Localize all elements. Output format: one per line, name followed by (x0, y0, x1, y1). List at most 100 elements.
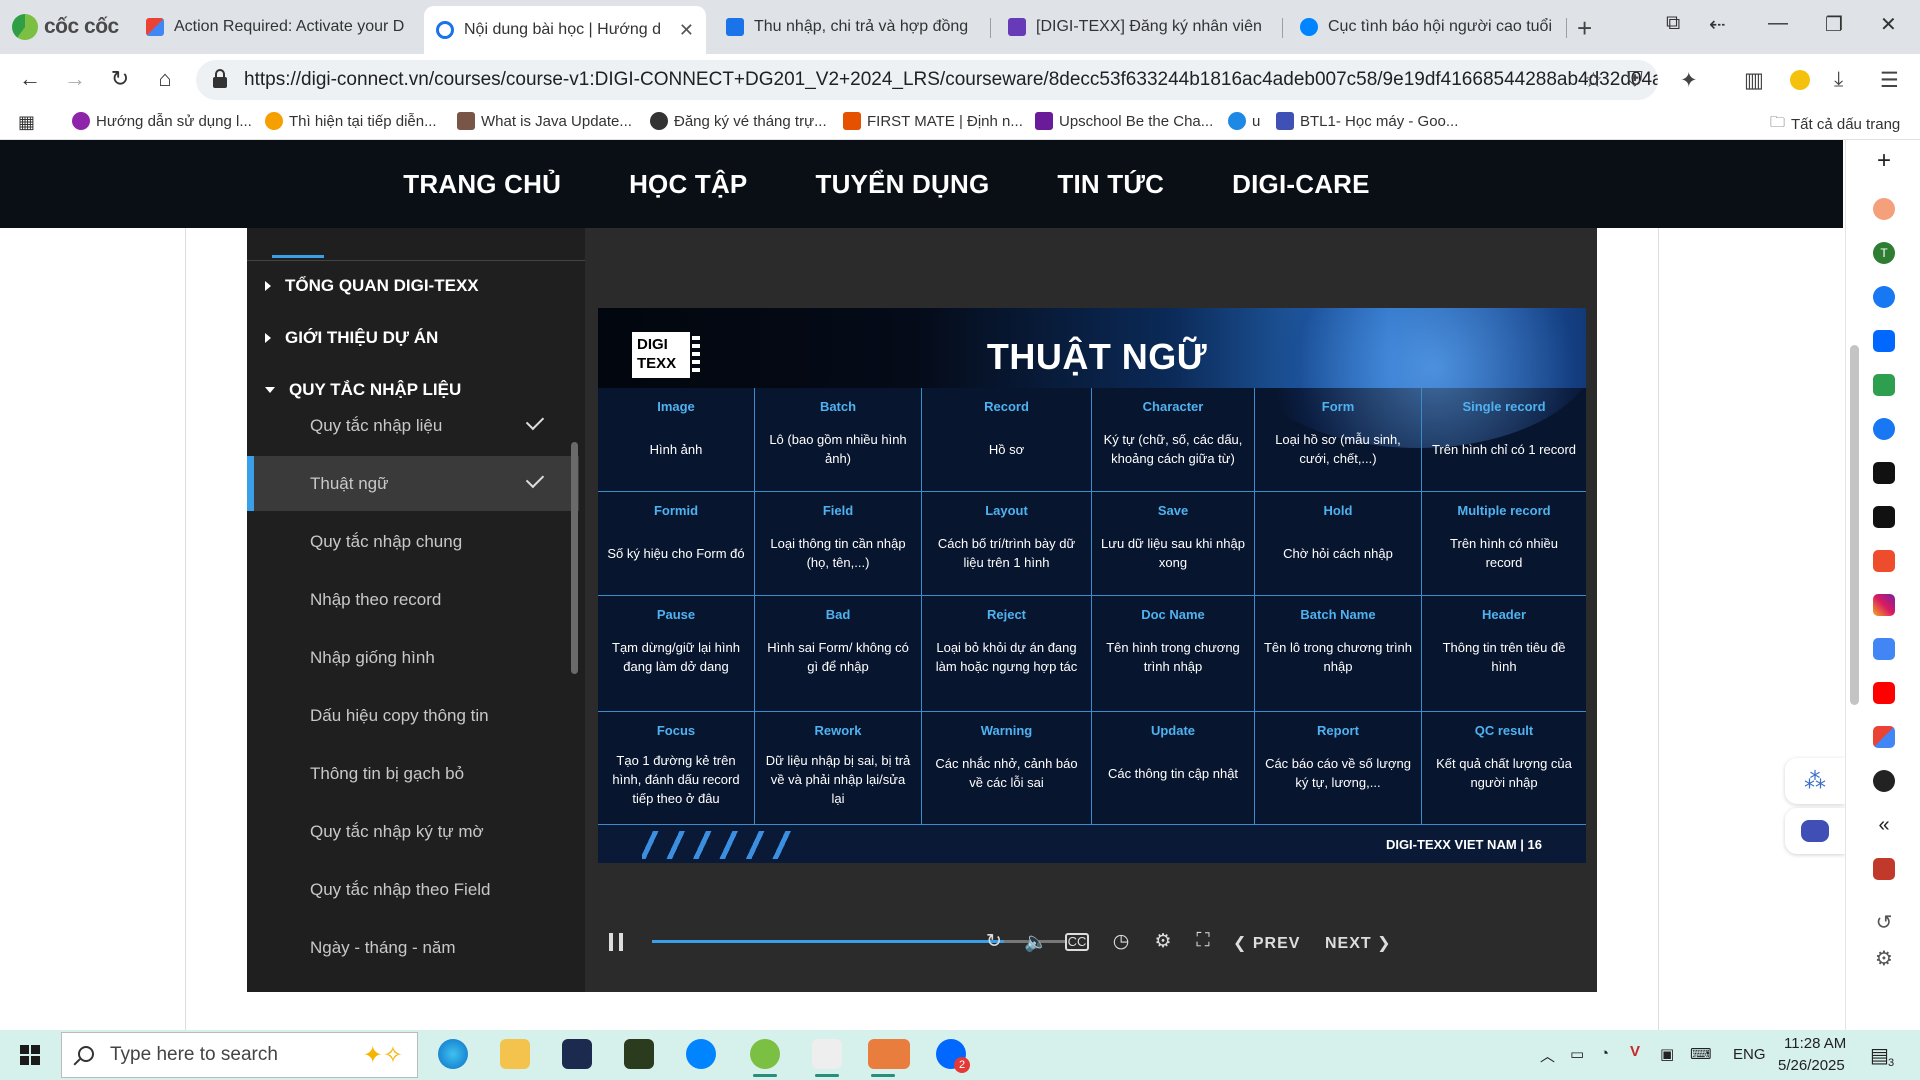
lesson-item[interactable]: Thông tin bị gạch bỏ (247, 746, 579, 801)
settings-gear-icon[interactable]: ⚙ (1150, 930, 1176, 953)
volume-icon[interactable]: 🔈 (1023, 930, 1049, 954)
pause-button[interactable] (609, 933, 623, 951)
tab-course[interactable]: Nội dung bài học | Hướng d ✕ (424, 6, 706, 54)
threads-icon[interactable] (1873, 462, 1895, 484)
m365-icon[interactable] (868, 1039, 910, 1077)
bookmark-item[interactable]: Thì hiện tại tiếp diễn... (265, 112, 437, 130)
playback-speed-icon[interactable]: ◷ (1108, 930, 1134, 953)
clock-time[interactable]: 11:28 AM (1784, 1035, 1846, 1052)
tab-messenger[interactable]: Cục tình báo hội người cao tuổi (1288, 8, 1568, 46)
lesson-item[interactable]: Quy tắc nhập chung (247, 514, 579, 569)
reload-icon[interactable]: ↻ (105, 66, 135, 92)
lesson-item[interactable]: Nhập theo record (247, 572, 579, 627)
facebook-icon[interactable] (1873, 418, 1895, 440)
windows-start-icon[interactable] (20, 1045, 40, 1065)
lesson-item[interactable]: Quy tắc nhập ký tự mờ (247, 804, 579, 859)
section-project-intro[interactable]: GIỚI THIỆU DỰ ÁN (247, 318, 585, 358)
network-icon[interactable]: ◔ (1600, 1045, 1609, 1062)
download-icon[interactable]: ⤓ (1834, 68, 1843, 92)
history-icon[interactable]: ↺ (1873, 912, 1895, 934)
profile-avatar-icon[interactable] (1790, 70, 1810, 90)
nav-news[interactable]: TIN TỨC (1057, 169, 1164, 200)
nav-recruitment[interactable]: TUYỂN DỤNG (815, 169, 989, 200)
lesson-item[interactable]: Ngày - tháng - năm (247, 920, 579, 975)
apps-grid-icon[interactable]: ▦ (18, 112, 35, 133)
terminal-app-icon[interactable] (624, 1039, 654, 1069)
zalo-icon[interactable] (1873, 330, 1895, 352)
waves-app-icon[interactable] (562, 1039, 592, 1069)
game-app-icon[interactable] (1873, 858, 1895, 880)
messenger-icon[interactable] (686, 1039, 716, 1069)
close-window-icon[interactable]: ✕ (1880, 12, 1897, 37)
nav-home[interactable]: TRANG CHỦ (403, 169, 561, 200)
tray-chevron-icon[interactable]: ︿ (1540, 1045, 1555, 1066)
close-tab-icon[interactable]: ✕ (679, 20, 694, 41)
zalo-icon[interactable]: 2 (936, 1039, 970, 1073)
coccoc-taskbar-icon[interactable] (750, 1039, 780, 1077)
address-input[interactable]: https://digi-connect.vn/courses/course-v… (196, 60, 1658, 100)
bookmark-item[interactable]: Hướng dẫn sử dụng l... (72, 112, 252, 130)
assistant-button[interactable]: ⁂ (1785, 758, 1845, 804)
bookmark-item[interactable]: Upschool Be the Cha... (1035, 112, 1213, 130)
avatar-t-icon[interactable]: T (1873, 242, 1895, 264)
tab-search-icon[interactable]: ⧉ (1666, 12, 1680, 35)
forward-icon[interactable]: → (60, 66, 90, 92)
prev-button[interactable]: ❮ PREV (1233, 933, 1300, 953)
battery-icon[interactable]: ▭ (1570, 1045, 1584, 1063)
page-scrollbar[interactable] (1850, 345, 1859, 705)
shopee-icon[interactable] (1873, 550, 1895, 572)
display-icon[interactable]: ▣ (1660, 1045, 1674, 1063)
lesson-item[interactable]: Nhập giống hình (247, 630, 579, 685)
fullscreen-icon[interactable]: ⛶ (1190, 930, 1216, 952)
lesson-item[interactable]: Dấu hiệu copy thông tin (247, 688, 579, 743)
new-tab-button[interactable]: + (1577, 13, 1592, 44)
lesson-item[interactable]: Quy tắc nhập theo Field (247, 862, 579, 917)
sidebar-scrollbar[interactable] (571, 442, 578, 674)
file-explorer-icon[interactable] (500, 1039, 530, 1069)
keyboard-icon[interactable]: ⌨ (1690, 1045, 1712, 1063)
replay-icon[interactable]: ↻ (981, 930, 1007, 953)
bookmark-star-icon[interactable]: ☆ (1584, 68, 1603, 93)
tab-docs[interactable]: Thu nhập, chi trả và hợp đồng | [ (714, 8, 986, 46)
bookmark-item[interactable]: BTL1- Học máy - Goo... (1276, 112, 1458, 130)
snail-icon[interactable] (1873, 198, 1895, 220)
taskbar-search-input[interactable]: Type here to search ✦✧ (61, 1032, 418, 1078)
antivirus-icon[interactable]: V (1630, 1043, 1640, 1060)
nav-digi-care[interactable]: DIGI-CARE (1232, 169, 1370, 200)
lesson-item-active[interactable]: Thuật ngữ (247, 456, 579, 511)
language-indicator[interactable]: ENG (1733, 1046, 1766, 1063)
all-bookmarks[interactable]: 🗀 Tất cả dấu trang (1770, 112, 1900, 137)
instagram-icon[interactable] (1873, 594, 1895, 616)
collapse-panel-icon[interactable]: « (1873, 814, 1895, 836)
tab-gmail[interactable]: Action Required: Activate your D (134, 8, 416, 46)
translate-icon[interactable] (1873, 638, 1895, 660)
notifications-icon[interactable]: ▤ (1870, 1043, 1889, 1068)
gmail-icon[interactable] (1873, 726, 1895, 748)
bookmark-item[interactable]: What is Java Update... (457, 112, 632, 130)
inkscape-icon[interactable] (812, 1039, 842, 1077)
chatgpt-icon[interactable] (1873, 770, 1895, 792)
captions-icon[interactable]: CC (1065, 933, 1089, 951)
back-icon[interactable]: ← (15, 66, 45, 92)
tiktok-icon[interactable] (1873, 506, 1895, 528)
clock-date[interactable]: 5/26/2025 (1778, 1057, 1845, 1074)
bookmark-item[interactable]: FIRST MATE | Định n... (843, 112, 1023, 130)
bookmark-item[interactable]: u (1228, 112, 1260, 130)
section-overview[interactable]: TỔNG QUAN DIGI-TEXX (247, 266, 585, 306)
game-controller-icon[interactable] (1873, 374, 1895, 396)
nav-learning[interactable]: HỌC TẬP (629, 169, 747, 200)
adblock-shield-icon[interactable]: ⛨ (1627, 68, 1643, 92)
youtube-icon[interactable] (1873, 682, 1895, 704)
minimize-icon[interactable]: — (1768, 12, 1788, 35)
next-button[interactable]: NEXT ❯ (1325, 933, 1392, 953)
lesson-item[interactable]: Quy tắc nhập liệu (247, 398, 579, 453)
split-view-icon[interactable]: ▥ (1744, 68, 1764, 93)
edge-icon[interactable] (438, 1039, 468, 1069)
back-history-icon[interactable]: ⇠ (1709, 12, 1726, 37)
messenger-icon[interactable] (1873, 286, 1895, 308)
bookmark-item[interactable]: Đăng ký vé tháng trự... (650, 112, 827, 130)
home-icon[interactable]: ⌂ (150, 66, 180, 92)
add-panel-icon[interactable]: + (1873, 149, 1895, 173)
chatbot-button[interactable] (1785, 808, 1845, 854)
extensions-icon[interactable]: ✦ (1680, 68, 1698, 93)
